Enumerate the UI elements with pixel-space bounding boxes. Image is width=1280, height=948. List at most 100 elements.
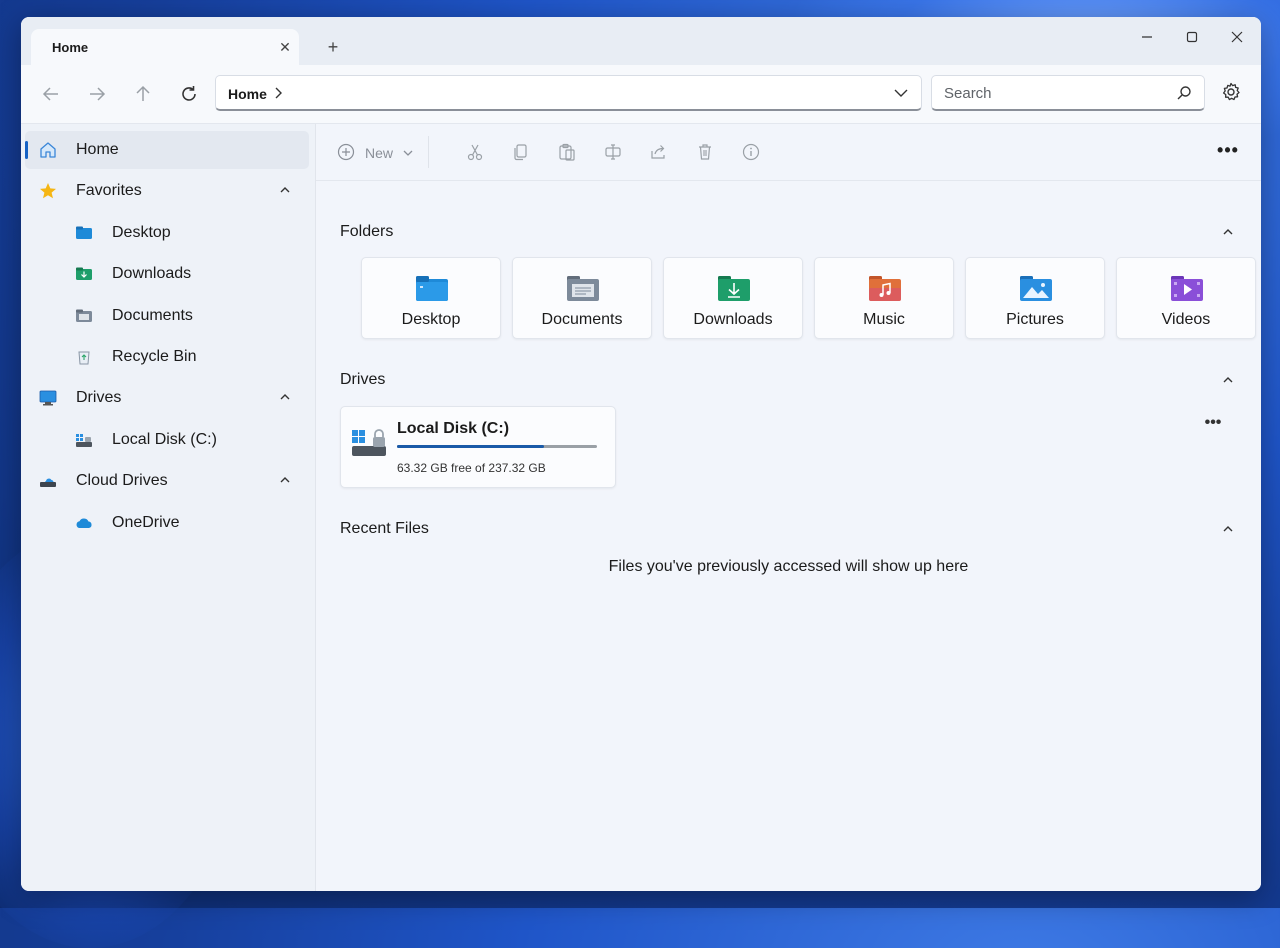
- sidebar-item-documents[interactable]: Documents: [25, 297, 309, 335]
- paste-button[interactable]: [556, 141, 578, 163]
- settings-button[interactable]: [1220, 81, 1244, 105]
- chevron-down-icon[interactable]: [402, 148, 414, 158]
- folder-label: Downloads: [693, 311, 773, 328]
- cloud-drives-icon: [40, 478, 56, 487]
- share-icon: [651, 145, 665, 159]
- gear-icon: [1222, 82, 1240, 101]
- search-input[interactable]: Search: [931, 75, 1205, 111]
- folder-card-pictures[interactable]: Pictures: [965, 257, 1105, 339]
- close-icon: [1231, 31, 1243, 43]
- chevron-right-icon[interactable]: [273, 86, 285, 100]
- drive-more-button[interactable]: •••: [1200, 414, 1226, 431]
- sidebar-item-label: Desktop: [112, 224, 171, 241]
- search-icon[interactable]: [1176, 85, 1192, 101]
- folder-card-videos[interactable]: Videos: [1116, 257, 1256, 339]
- tab-close-icon[interactable]: ✕: [275, 37, 295, 57]
- chevron-up-icon[interactable]: [279, 184, 291, 196]
- folder-label: Videos: [1161, 311, 1211, 328]
- desktop-folder-icon: [416, 276, 448, 301]
- sidebar-item-downloads[interactable]: Downloads: [25, 255, 309, 293]
- refresh-button[interactable]: [176, 81, 202, 107]
- paste-icon: [559, 143, 575, 161]
- selection-indicator: [25, 141, 28, 159]
- properties-button[interactable]: [740, 141, 762, 163]
- monitor-icon: [39, 390, 57, 406]
- copy-icon: [514, 144, 527, 161]
- sidebar-item-label: Documents: [112, 307, 193, 324]
- sidebar-item-label: Favorites: [76, 182, 142, 199]
- folder-label: Documents: [541, 311, 623, 328]
- folder-label: Music: [863, 311, 905, 328]
- new-button[interactable]: [335, 141, 357, 163]
- drive-usage-bar: [397, 445, 597, 448]
- info-icon: [742, 143, 760, 161]
- command-separator: [428, 136, 429, 168]
- chevron-up-icon[interactable]: [279, 391, 291, 403]
- folder-card-music[interactable]: Music: [814, 257, 954, 339]
- recycle-bin-icon: [78, 351, 90, 365]
- drive-free-space: 63.32 GB free of 237.32 GB: [397, 461, 546, 475]
- more-options-button[interactable]: •••: [1214, 140, 1242, 162]
- sidebar-item-cloud-drives[interactable]: Cloud Drives: [25, 462, 309, 500]
- folder-label: Desktop: [401, 311, 461, 328]
- new-tab-button[interactable]: +: [323, 37, 343, 57]
- delete-button[interactable]: [694, 141, 716, 163]
- chevron-up-icon[interactable]: [1222, 374, 1234, 386]
- sidebar-item-favorites[interactable]: Favorites: [25, 172, 309, 210]
- section-title-recent-files: Recent Files: [340, 520, 429, 537]
- minimize-icon: [1142, 36, 1152, 38]
- minimize-button[interactable]: [1127, 23, 1167, 53]
- title-bar: Home ✕ +: [21, 17, 1261, 65]
- sidebar-item-label: Local Disk (C:): [112, 431, 217, 448]
- folder-card-documents[interactable]: Documents: [512, 257, 652, 339]
- drive-icon: [352, 429, 386, 456]
- refresh-icon: [182, 86, 196, 101]
- videos-folder-icon: [1171, 276, 1203, 301]
- chevron-up-icon[interactable]: [1222, 523, 1234, 535]
- navigation-bar: Home Search: [21, 65, 1261, 124]
- copy-button[interactable]: [510, 141, 532, 163]
- close-window-button[interactable]: [1217, 23, 1257, 53]
- maximize-button[interactable]: [1172, 23, 1212, 53]
- trash-icon: [699, 144, 711, 160]
- desktop-folder-icon: [76, 226, 92, 239]
- search-placeholder: Search: [944, 85, 992, 102]
- arrow-up-icon: [136, 85, 150, 101]
- plus-circle-icon: [337, 143, 355, 161]
- breadcrumb-home[interactable]: Home: [228, 86, 267, 102]
- rename-icon: [605, 144, 621, 160]
- scissors-icon: [467, 144, 483, 161]
- star-icon: [40, 183, 56, 199]
- drive-card-local-disk[interactable]: Local Disk (C:) 63.32 GB free of 237.32 …: [340, 406, 616, 488]
- back-button[interactable]: [38, 81, 64, 107]
- address-bar[interactable]: Home: [215, 75, 922, 111]
- sidebar: Home Favorites Desktop Downloads Documen…: [21, 124, 316, 891]
- folder-card-desktop[interactable]: Desktop: [361, 257, 501, 339]
- chevron-up-icon[interactable]: [279, 474, 291, 486]
- section-title-folders: Folders: [340, 223, 394, 240]
- chevron-down-icon[interactable]: [893, 86, 909, 100]
- sidebar-item-desktop[interactable]: Desktop: [25, 214, 309, 252]
- new-button-label[interactable]: New: [365, 145, 393, 161]
- command-bar: New •••: [316, 124, 1261, 181]
- documents-folder-icon: [76, 309, 92, 322]
- sidebar-item-onedrive[interactable]: OneDrive: [25, 504, 309, 542]
- tab-home[interactable]: Home ✕: [31, 29, 299, 65]
- cut-button[interactable]: [464, 141, 486, 163]
- documents-folder-icon: [567, 276, 599, 301]
- sidebar-item-recycle-bin[interactable]: Recycle Bin: [25, 338, 309, 376]
- up-button[interactable]: [130, 81, 156, 107]
- sidebar-item-local-disk[interactable]: Local Disk (C:): [25, 421, 309, 459]
- arrow-left-icon: [42, 87, 58, 101]
- sidebar-item-label: Downloads: [112, 265, 192, 282]
- drive-name: Local Disk (C:): [397, 420, 510, 437]
- sidebar-item-home[interactable]: Home: [25, 131, 309, 169]
- share-button[interactable]: [648, 141, 670, 163]
- chevron-up-icon[interactable]: [1222, 226, 1234, 238]
- sidebar-item-label: Home: [76, 141, 119, 158]
- sidebar-item-drives[interactable]: Drives: [25, 379, 309, 417]
- folder-card-downloads[interactable]: Downloads: [663, 257, 803, 339]
- home-icon: [40, 142, 56, 158]
- rename-button[interactable]: [602, 141, 624, 163]
- forward-button[interactable]: [84, 81, 110, 107]
